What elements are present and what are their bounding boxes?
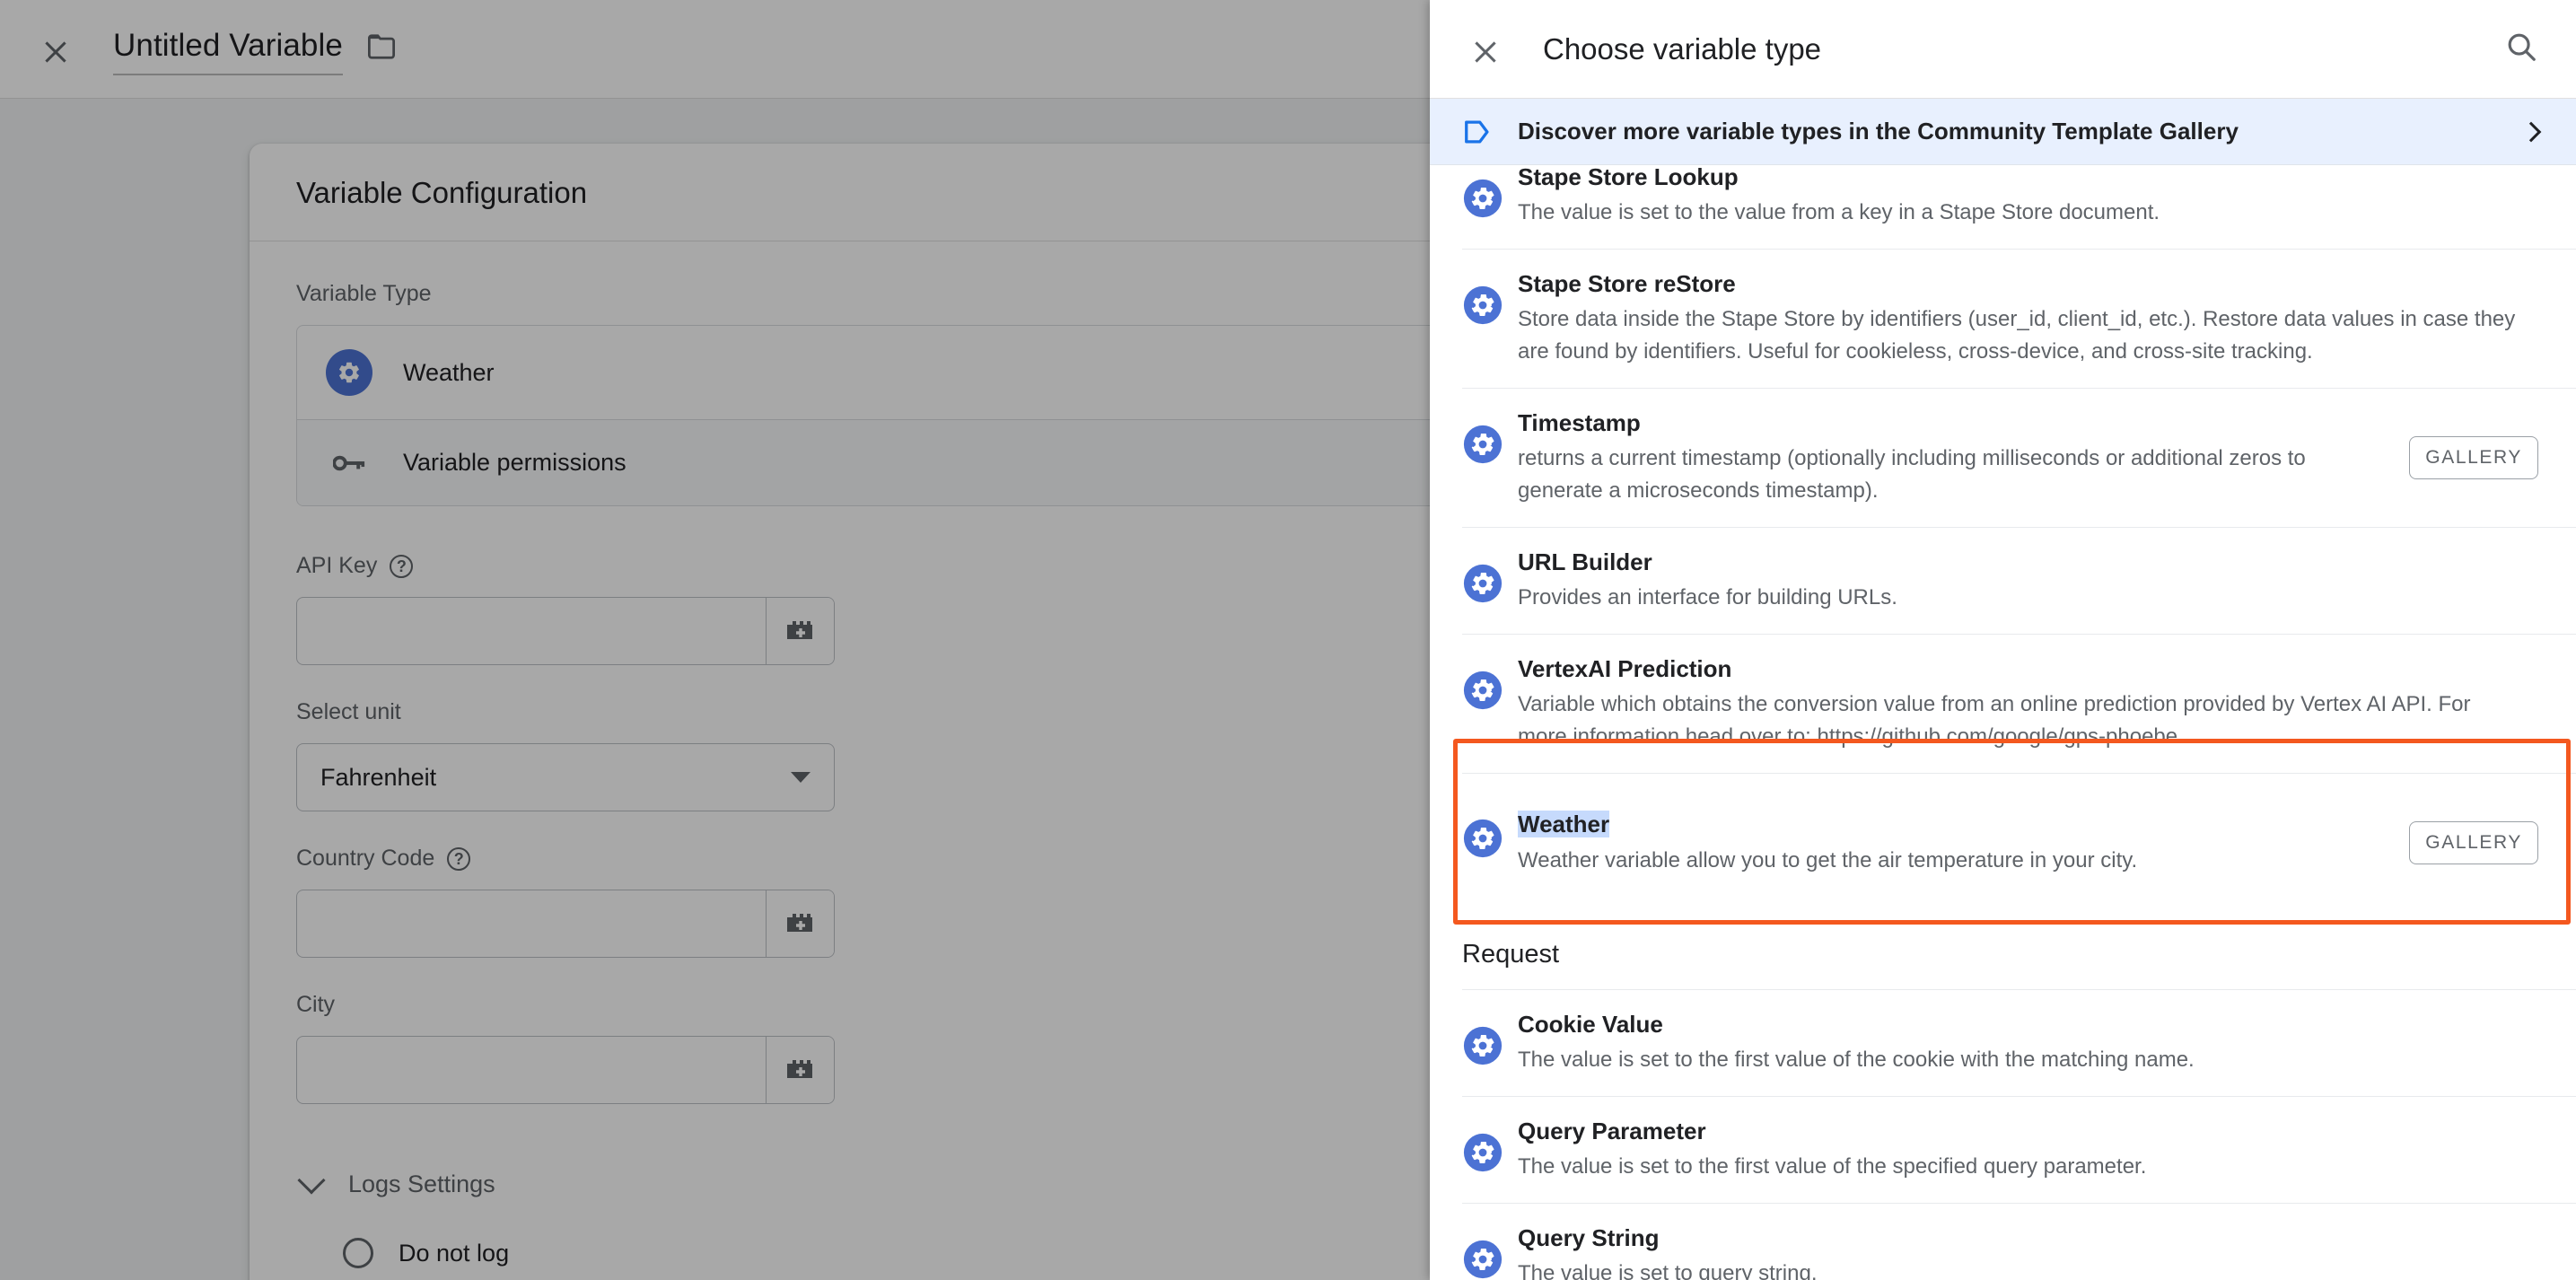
list-item-description: Store data inside the Stape Store by ide… (1518, 307, 2516, 364)
gear-icon (1462, 1223, 1518, 1280)
list-item[interactable]: URL Builder Provides an interface for bu… (1430, 527, 2576, 634)
list-item-description: The value is set to query string. (1518, 1260, 1818, 1280)
list-item-title: Timestamp (1518, 409, 1641, 437)
list-item-description: The value is set to the first value of t… (1518, 1047, 2195, 1072)
list-item[interactable]: Query String The value is set to query s… (1430, 1202, 2576, 1280)
community-template-gallery-banner[interactable]: Discover more variable types in the Comm… (1430, 99, 2576, 165)
gear-icon (1462, 165, 1518, 224)
gear-icon (1462, 408, 1518, 469)
list-item[interactable]: VertexAI Prediction Variable which obtai… (1430, 634, 2576, 773)
list-item-description: Weather variable allow you to get the ai… (1518, 847, 2138, 872)
chevron-right-icon (2520, 121, 2542, 142)
gear-icon (1462, 1009, 1518, 1071)
list-item-description: The value is set to the value from a key… (1518, 200, 2160, 225)
panel-header: Choose variable type (1430, 0, 2576, 99)
search-icon[interactable] (2504, 30, 2538, 68)
choose-variable-type-panel: Choose variable type Discover more varia… (1430, 0, 2576, 1280)
list-item[interactable]: Timestamp returns a current timestamp (o… (1430, 388, 2576, 527)
gear-icon (1462, 1116, 1518, 1178)
gear-icon (1462, 653, 1518, 715)
list-item-title: Weather (1518, 809, 2393, 840)
list-item-title: Query String (1518, 1223, 1660, 1251)
list-item-description: Variable which obtains the conversion va… (1518, 692, 2471, 750)
gear-icon (1462, 809, 1518, 864)
list-item-title: VertexAI Prediction (1518, 655, 1732, 683)
gallery-badge[interactable]: GALLERY (2409, 435, 2538, 479)
list-item[interactable]: Cookie Value The value is set to the fir… (1430, 988, 2576, 1096)
list-item-weather[interactable]: Weather Weather variable allow you to ge… (1430, 773, 2576, 912)
list-item-title: Cookie Value (1518, 1010, 1663, 1038)
template-tag-icon (1462, 118, 1518, 145)
list-item-title: Stape Store reStore (1518, 270, 1736, 298)
close-icon[interactable] (1466, 32, 1505, 72)
panel-title: Choose variable type (1543, 31, 1822, 66)
gear-icon (1462, 268, 1518, 330)
list-item-description: The value is set to the first value of t… (1518, 1153, 2147, 1179)
list-item-title: Query Parameter (1518, 1117, 1706, 1144)
app-screen: Untitled Variable Variable Configuration… (0, 0, 2576, 1280)
modal-scrim[interactable] (0, 0, 1430, 1280)
list-item-description: Provides an interface for building URLs. (1518, 585, 1897, 610)
list-item-title-text: Weather (1518, 811, 1610, 838)
list-item[interactable]: Query Parameter The value is set to the … (1430, 1095, 2576, 1203)
list-item-title: URL Builder (1518, 548, 1652, 576)
variable-type-list[interactable]: Stape Store Lookup The value is set to t… (1430, 165, 2576, 1280)
list-item[interactable]: Stape Store Lookup The value is set to t… (1430, 165, 2576, 249)
list-item-description: returns a current timestamp (optionally … (1518, 446, 2306, 504)
group-title-request: Request (1462, 939, 1560, 969)
banner-label: Discover more variable types in the Comm… (1518, 118, 2239, 145)
list-item[interactable]: Stape Store reStore Store data inside th… (1430, 249, 2576, 388)
list-item-title: Stape Store Lookup (1518, 165, 1739, 190)
gear-icon (1462, 547, 1518, 609)
gallery-badge[interactable]: GALLERY (2409, 821, 2538, 865)
